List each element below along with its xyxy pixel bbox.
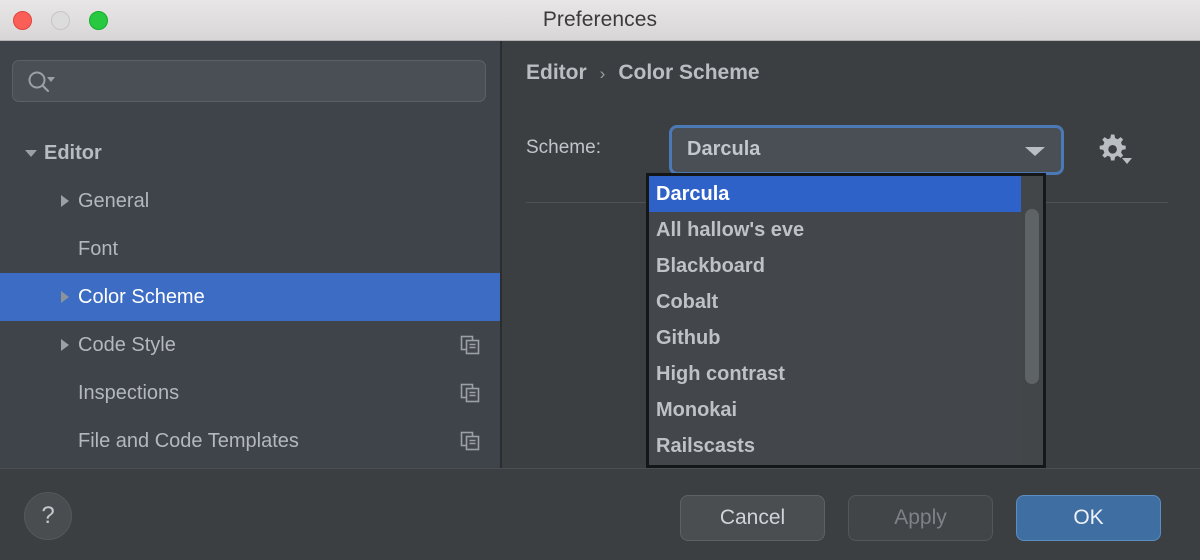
breadcrumb-leaf: Color Scheme <box>618 61 760 84</box>
cancel-button[interactable]: Cancel <box>680 495 825 541</box>
scheme-dropdown-popup[interactable]: Darcula All hallow's eve Blackboard Coba… <box>646 173 1046 468</box>
dropdown-option[interactable]: Blackboard <box>649 248 1043 284</box>
sidebar-item-label: Color Scheme <box>78 285 205 308</box>
dropdown-option[interactable]: Monokai <box>649 392 1043 428</box>
sidebar-item-editor[interactable]: Editor <box>0 129 500 177</box>
dropdown-option[interactable]: High contrast <box>649 356 1043 392</box>
scheme-combobox[interactable]: Darcula <box>669 125 1064 175</box>
sidebar-item-label: Editor <box>44 141 102 164</box>
copy-settings-icon[interactable] <box>460 335 480 355</box>
sidebar-item-code-style[interactable]: Code Style <box>0 321 500 369</box>
scheme-label: Scheme: <box>526 137 601 158</box>
breadcrumb-separator-icon: › <box>599 64 606 83</box>
twisty-placeholder <box>52 225 78 273</box>
ok-button[interactable]: OK <box>1016 495 1161 541</box>
settings-sidebar: Editor General Font Color Scheme Code St… <box>0 41 502 468</box>
twisty-collapsed-icon[interactable] <box>52 273 78 321</box>
sidebar-item-label: Inspections <box>78 381 180 404</box>
dropdown-option[interactable]: All hallow's eve <box>649 212 1043 248</box>
copy-settings-icon[interactable] <box>460 431 480 451</box>
copy-settings-icon[interactable] <box>460 383 480 403</box>
gear-icon <box>1099 134 1126 161</box>
sidebar-item-inspections[interactable]: Inspections <box>0 369 500 417</box>
help-button[interactable]: ? <box>24 492 72 540</box>
dropdown-option[interactable]: Github <box>649 320 1043 356</box>
sidebar-item-color-scheme[interactable]: Color Scheme <box>0 273 500 321</box>
sidebar-item-label: File and Code Templates <box>78 429 299 452</box>
twisty-placeholder <box>52 417 78 465</box>
chevron-down-icon <box>1122 158 1132 164</box>
sidebar-item-font[interactable]: Font <box>0 225 500 273</box>
dropdown-option[interactable]: Darcula <box>649 176 1043 212</box>
search-icon[interactable] <box>26 70 60 94</box>
settings-tree: Editor General Font Color Scheme Code St… <box>0 129 500 465</box>
twisty-collapsed-icon[interactable] <box>52 177 78 225</box>
twisty-collapsed-icon[interactable] <box>52 321 78 369</box>
title-bar: Preferences <box>0 0 1200 41</box>
dropdown-scrollbar-thumb[interactable] <box>1025 209 1039 384</box>
dropdown-option[interactable]: Cobalt <box>649 284 1043 320</box>
sidebar-item-file-and-code-templates[interactable]: File and Code Templates <box>0 417 500 465</box>
chevron-down-icon[interactable] <box>1025 147 1045 156</box>
dialog-footer: ? Cancel Apply OK <box>0 468 1200 560</box>
sidebar-item-label: Font <box>78 237 119 260</box>
dropdown-scrollbar[interactable] <box>1021 176 1043 465</box>
search-box[interactable] <box>12 60 486 103</box>
breadcrumb: Editor › Color Scheme <box>526 61 760 85</box>
dropdown-option[interactable]: Railscasts <box>649 428 1043 464</box>
scheme-row: Scheme: Darcula <box>526 125 1186 175</box>
search-input[interactable] <box>63 61 477 103</box>
sidebar-item-label: General <box>78 189 150 212</box>
preferences-window: Preferences Editor General Font Color Sc… <box>0 0 1200 560</box>
scheme-selected-value: Darcula <box>687 138 761 160</box>
sidebar-item-label: Code Style <box>78 333 176 356</box>
twisty-expanded-icon[interactable] <box>18 129 44 177</box>
sidebar-item-general[interactable]: General <box>0 177 500 225</box>
window-title: Preferences <box>542 8 658 31</box>
breadcrumb-root[interactable]: Editor <box>526 61 587 85</box>
twisty-placeholder <box>52 369 78 417</box>
scheme-settings-gear-button[interactable] <box>1091 129 1135 171</box>
apply-button: Apply <box>848 495 993 541</box>
